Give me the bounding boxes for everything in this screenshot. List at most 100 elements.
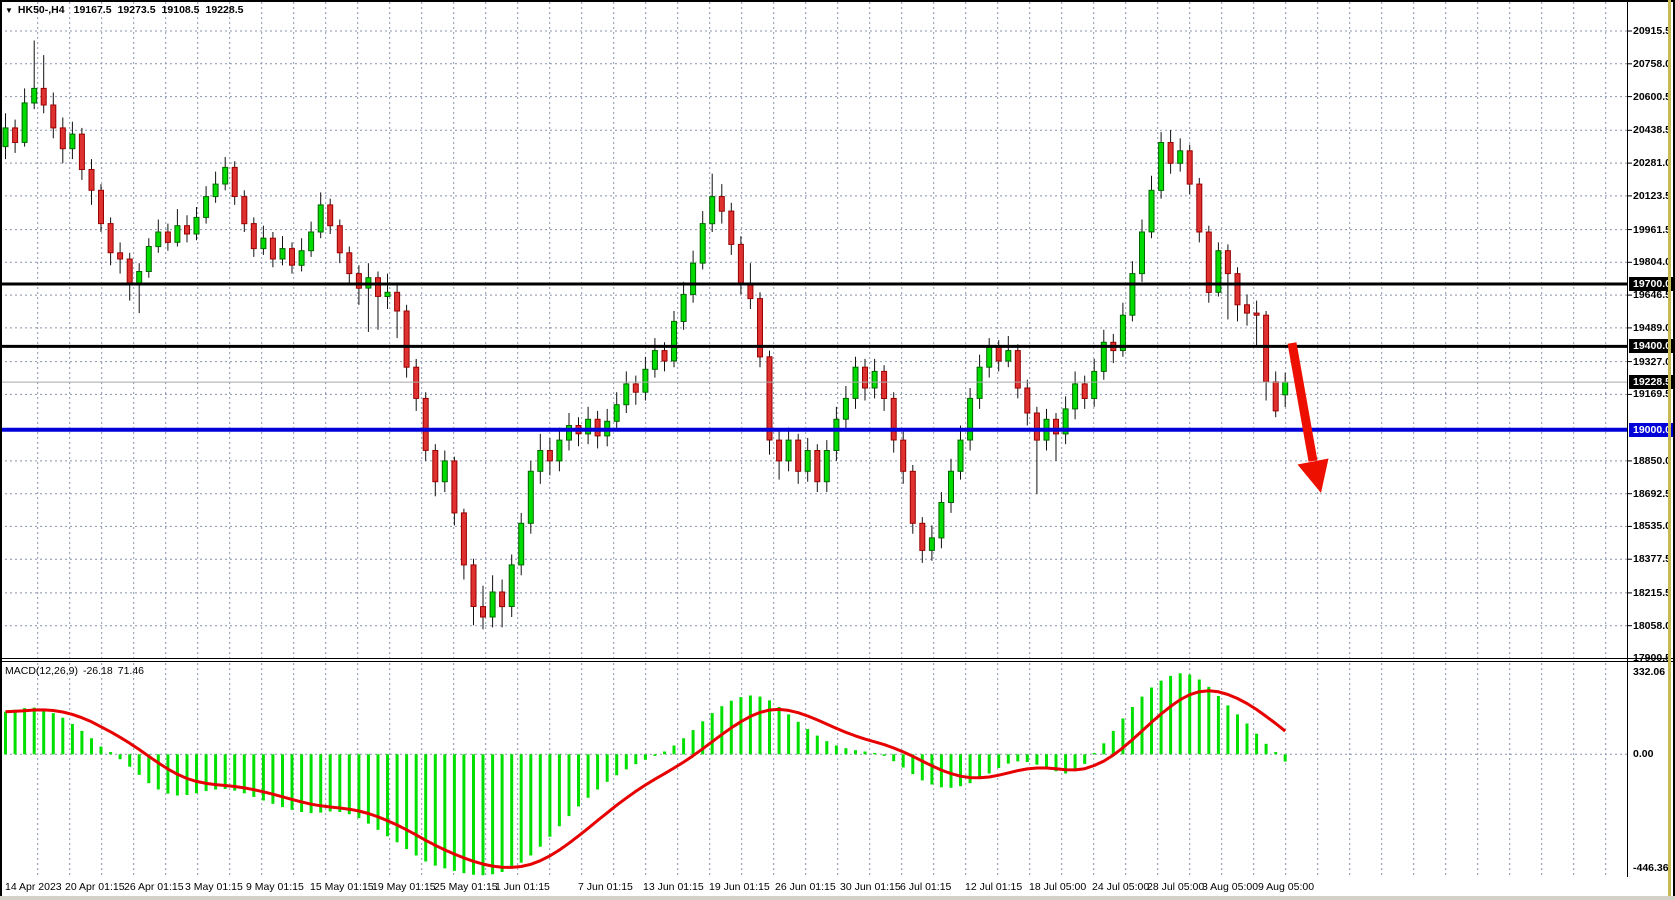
- candle-body: [1245, 305, 1250, 313]
- candle-body: [1073, 384, 1078, 409]
- candle-body: [719, 197, 724, 212]
- candle-body: [175, 226, 180, 243]
- time-axis-label: 13 Jun 01:15: [643, 881, 704, 893]
- chart-surface[interactable]: [0, 0, 1675, 900]
- candle-body: [423, 398, 428, 450]
- candle-body: [786, 440, 791, 461]
- candle-body: [662, 351, 667, 361]
- candle-body: [156, 232, 161, 247]
- candle-body: [41, 88, 46, 105]
- candle-body: [79, 134, 84, 169]
- candle-body: [118, 253, 123, 259]
- candle-body: [738, 244, 743, 284]
- candle-body: [824, 451, 829, 482]
- candle-body: [805, 451, 810, 472]
- candle-body: [882, 371, 887, 398]
- dropdown-icon[interactable]: ▼: [5, 6, 13, 15]
- candle-body: [643, 369, 648, 392]
- candle-body: [127, 259, 132, 284]
- candle-body: [318, 205, 323, 232]
- time-axis-label: 26 Jun 01:15: [775, 881, 836, 893]
- candle-body: [1264, 315, 1269, 382]
- price-axis-label: 20600.5: [1633, 90, 1671, 104]
- macd-main-value: -26.18: [83, 665, 113, 677]
- candle-body: [204, 197, 209, 218]
- price-axis-label: 18058.0: [1633, 619, 1671, 633]
- time-axis-label: 15 May 01:15: [310, 881, 374, 893]
- candle-body: [1216, 251, 1221, 293]
- price-axis-label: 20123.5: [1633, 189, 1671, 203]
- candle-body: [442, 461, 447, 482]
- price-axis-label: 19169.5: [1633, 387, 1671, 401]
- price-axis-label: 19327.0: [1633, 355, 1671, 369]
- ohlc-high-value: 19273.5: [118, 4, 156, 16]
- price-axis-label: 19961.5: [1633, 223, 1671, 237]
- candle-body: [1006, 351, 1011, 361]
- candle-body: [1025, 388, 1030, 413]
- time-axis-label: 3 May 01:15: [185, 881, 243, 893]
- macd-axis-label: 332.06: [1633, 665, 1665, 679]
- candle-body: [60, 128, 65, 149]
- candle-body: [385, 292, 390, 296]
- window-border-left: [0, 0, 2, 900]
- candle-body: [595, 419, 600, 436]
- window-bottom-edge: [0, 896, 1675, 900]
- chart-title: ▼ HK50-,H4 19167.5 19273.5 19108.5 19228…: [5, 4, 249, 16]
- candle-body: [290, 249, 295, 266]
- candle-body: [185, 226, 190, 234]
- candle-body: [337, 226, 342, 253]
- candle-body: [1034, 413, 1039, 440]
- price-axis-label: 18850.0: [1633, 454, 1671, 468]
- candle-body: [777, 440, 782, 461]
- macd-axis-label: 0.00: [1633, 747, 1653, 761]
- candle-body: [261, 238, 266, 248]
- candle-body: [891, 398, 896, 440]
- time-axis-label: 9 Aug 05:00: [1258, 881, 1314, 893]
- candle-body: [1273, 382, 1278, 411]
- candle-body: [1225, 251, 1230, 274]
- candle-body: [614, 405, 619, 422]
- time-axis-label: 25 May 01:15: [434, 881, 498, 893]
- time-axis-label: 6 Jul 01:15: [900, 881, 951, 893]
- candle-body: [729, 211, 734, 244]
- candle-body: [1197, 184, 1202, 232]
- candle-body: [13, 128, 18, 143]
- window-border-top: [0, 0, 1675, 2]
- time-axis-label: 28 Jul 05:00: [1147, 881, 1204, 893]
- candle-body: [872, 371, 877, 388]
- candle-body: [165, 232, 170, 242]
- candle-body: [1130, 274, 1135, 316]
- candle-body: [681, 294, 686, 321]
- price-axis-label: 20438.5: [1633, 123, 1671, 137]
- candle-body: [996, 346, 1001, 361]
- time-axis-label: 24 Jul 05:00: [1092, 881, 1149, 893]
- trend-arrow[interactable]: [1292, 343, 1329, 493]
- time-axis-label: 3 Aug 05:00: [1202, 881, 1258, 893]
- candle-body: [32, 88, 37, 103]
- candle-body: [1178, 151, 1183, 164]
- candle-body: [710, 197, 715, 224]
- candle-body: [586, 419, 591, 434]
- time-axis-label: 9 May 01:15: [246, 881, 304, 893]
- candle-body: [958, 440, 963, 471]
- macd-indicator-label: MACD(12,26,9) -26.18 71.46: [5, 665, 144, 677]
- candle-body: [672, 321, 677, 361]
- candle-body: [528, 471, 533, 523]
- time-axis-label: 19 May 01:15: [372, 881, 436, 893]
- price-axis-label: 19489.0: [1633, 321, 1671, 335]
- price-axis-label: 19804.0: [1633, 255, 1671, 269]
- candle-body: [356, 274, 361, 289]
- candle-body: [89, 170, 94, 191]
- symbol-period-label: HK50-,H4: [18, 4, 65, 16]
- candle-body: [242, 197, 247, 224]
- candle-body: [987, 346, 992, 367]
- candle-body: [376, 278, 381, 297]
- candle-body: [1149, 190, 1154, 232]
- price-axis-label: 18377.5: [1633, 552, 1671, 566]
- candle-body: [910, 471, 915, 523]
- candle-body: [509, 565, 514, 607]
- candle-body: [328, 205, 333, 226]
- candle-body: [490, 592, 495, 617]
- candle-body: [624, 384, 629, 405]
- candle-body: [461, 513, 466, 565]
